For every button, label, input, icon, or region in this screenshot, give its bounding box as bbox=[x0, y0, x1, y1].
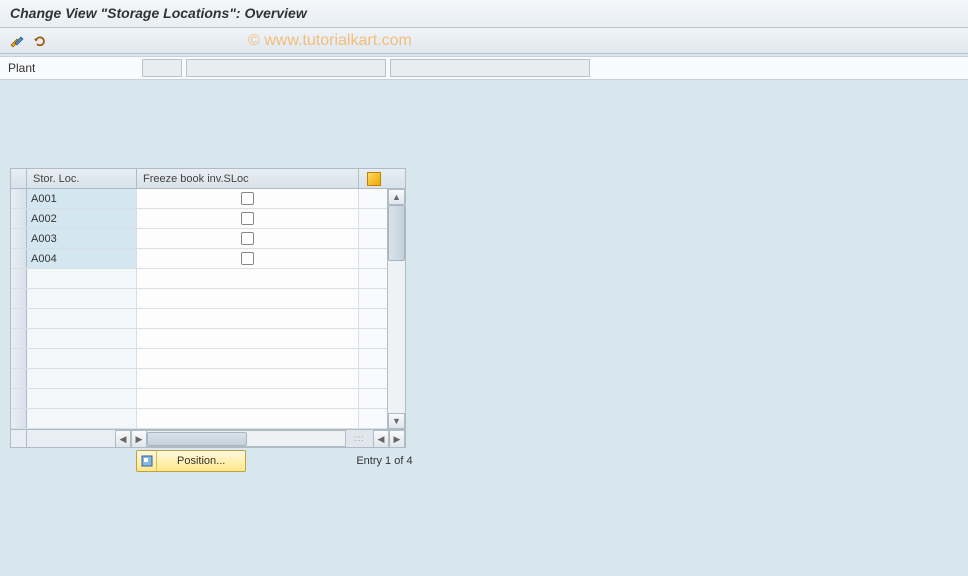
cell-stor-loc[interactable] bbox=[27, 349, 137, 368]
cell-stor-loc[interactable] bbox=[27, 269, 137, 288]
row-selector[interactable] bbox=[11, 389, 27, 408]
cell-freeze bbox=[137, 269, 359, 288]
cell-freeze bbox=[137, 209, 359, 228]
row-selector[interactable] bbox=[11, 209, 27, 228]
cell-stor-loc[interactable] bbox=[27, 309, 137, 328]
vscroll-thumb[interactable] bbox=[388, 205, 405, 261]
freeze-checkbox[interactable] bbox=[241, 252, 254, 265]
table-row bbox=[11, 349, 387, 369]
table-header: Stor. Loc. Freeze book inv.SLoc bbox=[11, 169, 405, 189]
table-row bbox=[11, 309, 387, 329]
cell-stor-loc[interactable]: A002 bbox=[27, 209, 137, 228]
plant-desc-field bbox=[390, 59, 590, 77]
cell-stor-loc[interactable] bbox=[27, 369, 137, 388]
plant-code-field bbox=[142, 59, 182, 77]
hscroll-grip[interactable]: ::: bbox=[345, 430, 373, 447]
table-row: A003 bbox=[11, 229, 387, 249]
scroll-right-button[interactable]: ▶ bbox=[131, 430, 147, 448]
cell-freeze bbox=[137, 369, 359, 388]
row-selector[interactable] bbox=[11, 369, 27, 388]
row-selector[interactable] bbox=[11, 269, 27, 288]
cell-freeze bbox=[137, 189, 359, 208]
freeze-checkbox[interactable] bbox=[241, 192, 254, 205]
table-settings-button[interactable] bbox=[359, 169, 389, 188]
cell-freeze bbox=[137, 329, 359, 348]
title-bar: Change View "Storage Locations": Overvie… bbox=[0, 0, 968, 28]
hscroll-thumb[interactable] bbox=[147, 432, 247, 446]
vertical-scrollbar[interactable]: ▲ ▼ bbox=[387, 189, 405, 429]
freeze-checkbox[interactable] bbox=[241, 232, 254, 245]
undo-button[interactable] bbox=[30, 32, 48, 50]
table-row: A004 bbox=[11, 249, 387, 269]
row-selector[interactable] bbox=[11, 229, 27, 248]
plant-label: Plant bbox=[8, 61, 138, 75]
storage-locations-table: Stor. Loc. Freeze book inv.SLoc A001 A00… bbox=[10, 168, 406, 448]
cell-stor-loc[interactable]: A003 bbox=[27, 229, 137, 248]
table-row bbox=[11, 409, 387, 429]
scroll-left-button-2[interactable]: ◀ bbox=[373, 430, 389, 448]
table-row bbox=[11, 269, 387, 289]
row-selector[interactable] bbox=[11, 309, 27, 328]
plant-name-field bbox=[186, 59, 386, 77]
cell-freeze bbox=[137, 229, 359, 248]
undo-icon bbox=[31, 33, 47, 49]
position-icon bbox=[137, 451, 157, 471]
table-footer-bar: Position... Entry 1 of 4 bbox=[10, 450, 450, 472]
hscroll-track[interactable] bbox=[147, 430, 345, 447]
cell-freeze bbox=[137, 289, 359, 308]
position-button[interactable]: Position... bbox=[136, 450, 246, 472]
change-toggle-button[interactable] bbox=[8, 32, 26, 50]
table-row: A002 bbox=[11, 209, 387, 229]
column-header-stor-loc[interactable]: Stor. Loc. bbox=[27, 169, 137, 188]
application-toolbar bbox=[0, 28, 968, 54]
row-selector[interactable] bbox=[11, 349, 27, 368]
column-header-freeze[interactable]: Freeze book inv.SLoc bbox=[137, 169, 359, 188]
page-title: Change View "Storage Locations": Overvie… bbox=[10, 5, 307, 21]
vscroll-track[interactable] bbox=[388, 205, 405, 413]
cell-stor-loc[interactable] bbox=[27, 329, 137, 348]
cell-stor-loc[interactable]: A001 bbox=[27, 189, 137, 208]
cell-stor-loc[interactable]: A004 bbox=[27, 249, 137, 268]
table-row bbox=[11, 369, 387, 389]
table-row bbox=[11, 329, 387, 349]
plant-header-row: Plant bbox=[0, 56, 968, 80]
scroll-down-button[interactable]: ▼ bbox=[388, 413, 405, 429]
cell-freeze bbox=[137, 349, 359, 368]
table-settings-icon bbox=[367, 172, 381, 186]
hscroll-corner bbox=[11, 430, 27, 447]
cell-freeze bbox=[137, 309, 359, 328]
freeze-checkbox[interactable] bbox=[241, 212, 254, 225]
table-row bbox=[11, 389, 387, 409]
row-selector[interactable] bbox=[11, 329, 27, 348]
table-row: A001 bbox=[11, 189, 387, 209]
select-all-handle[interactable] bbox=[11, 169, 27, 188]
cell-freeze bbox=[137, 389, 359, 408]
cell-stor-loc[interactable] bbox=[27, 289, 137, 308]
position-button-label: Position... bbox=[157, 455, 245, 467]
horizontal-scrollbar: ◀ ▶ ::: ◀ ▶ bbox=[11, 429, 405, 447]
cell-freeze bbox=[137, 249, 359, 268]
pencils-icon bbox=[9, 33, 25, 49]
cell-stor-loc[interactable] bbox=[27, 409, 137, 428]
table-row bbox=[11, 289, 387, 309]
row-selector[interactable] bbox=[11, 249, 27, 268]
row-selector[interactable] bbox=[11, 409, 27, 428]
entry-status-text: Entry 1 of 4 bbox=[356, 455, 412, 467]
row-selector[interactable] bbox=[11, 189, 27, 208]
cell-stor-loc[interactable] bbox=[27, 389, 137, 408]
row-selector[interactable] bbox=[11, 289, 27, 308]
scroll-left-button[interactable]: ◀ bbox=[115, 430, 131, 448]
cell-freeze bbox=[137, 409, 359, 428]
scroll-up-button[interactable]: ▲ bbox=[388, 189, 405, 205]
hscroll-fixed-spacer bbox=[27, 430, 115, 447]
scroll-right-button-2[interactable]: ▶ bbox=[389, 430, 405, 448]
